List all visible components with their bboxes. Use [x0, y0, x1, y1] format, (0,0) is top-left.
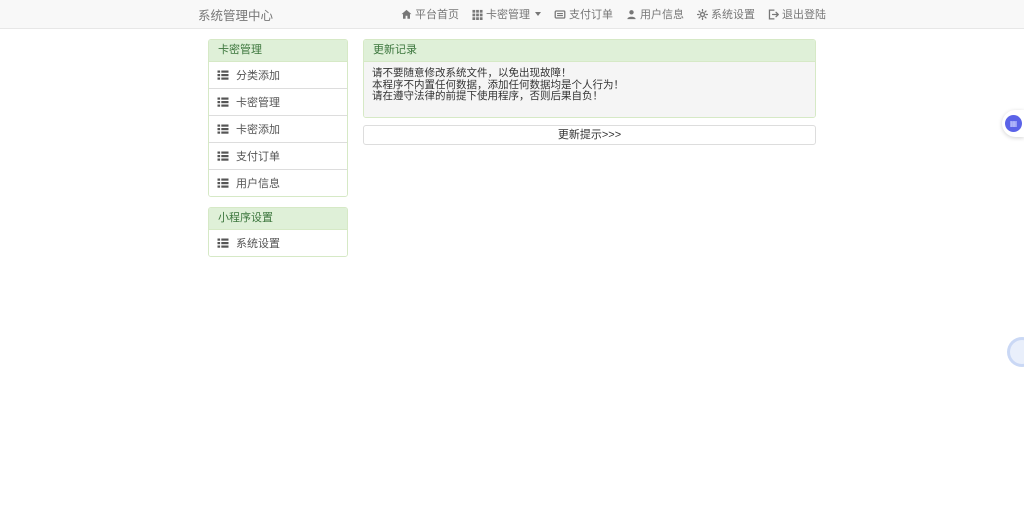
navbar-container: 系统管理中心 平台首页 卡密管理 支付订单 用户信息 系统设置 退出登陆: [198, 0, 826, 28]
update-tips-button[interactable]: 更新提示>>>: [363, 124, 816, 145]
sidebar-item-category-add[interactable]: 分类添加: [209, 62, 347, 88]
sidebar-item-system-settings[interactable]: 系统设置: [209, 230, 347, 256]
nav-item-logout[interactable]: 退出登陆: [768, 6, 826, 22]
nav-links: 平台首页 卡密管理 支付订单 用户信息 系统设置 退出登陆: [401, 6, 826, 22]
notice-line: 请在遵守法律的前提下使用程序，否则后果自负！: [372, 90, 603, 102]
notice-text-block: 请不要随意修改系统文件，以免出现故障！ 本程序不内置任何数据，添加任何数据均是个…: [364, 62, 815, 117]
th-list-icon: [217, 177, 229, 189]
list-alt-icon: [554, 9, 566, 20]
top-navbar: 系统管理中心 平台首页 卡密管理 支付订单 用户信息 系统设置 退出登陆: [0, 0, 1024, 29]
chevron-down-icon: [535, 12, 541, 16]
page-container: 卡密管理 分类添加 卡密管理 卡密添加 支付订单 用户信息 小程序设置 系统设置…: [208, 39, 816, 267]
sidebar-panel-miniprogram: 小程序设置 系统设置: [208, 207, 348, 257]
nav-item-label: 退出登陆: [782, 9, 826, 21]
nav-item-label: 平台首页: [415, 9, 459, 21]
translate-widget-icon: ▦: [1005, 115, 1022, 132]
th-list-icon: [217, 237, 229, 249]
sidebar-item-user-info[interactable]: 用户信息: [209, 169, 347, 196]
sign-out-icon: [768, 8, 779, 20]
nav-item-system-settings[interactable]: 系统设置: [697, 6, 755, 22]
main-content: 更新记录 请不要随意修改系统文件，以免出现故障！ 本程序不内置任何数据，添加任何…: [363, 39, 816, 145]
nav-item-label: 支付订单: [569, 9, 613, 21]
th-list-icon: [217, 69, 229, 81]
sidebar-item-label: 卡密添加: [236, 124, 280, 136]
th-list-icon: [217, 96, 229, 108]
sidebar-item-pay-orders[interactable]: 支付订单: [209, 142, 347, 169]
floating-assist-ball[interactable]: [1007, 337, 1024, 367]
sidebar-item-label: 用户信息: [236, 178, 280, 190]
sidebar-item-card-manage[interactable]: 卡密管理: [209, 88, 347, 115]
brand-title[interactable]: 系统管理中心: [198, 5, 273, 24]
home-icon: [401, 9, 412, 20]
update-log-panel: 更新记录 请不要随意修改系统文件，以免出现故障！ 本程序不内置任何数据，添加任何…: [363, 39, 816, 118]
nav-item-label: 系统设置: [711, 9, 755, 21]
sidebar-item-label: 系统设置: [236, 238, 280, 250]
update-log-title: 更新记录: [364, 40, 815, 62]
sidebar-item-label: 卡密管理: [236, 97, 280, 109]
nav-item-label: 用户信息: [640, 9, 684, 21]
sidebar: 卡密管理 分类添加 卡密管理 卡密添加 支付订单 用户信息 小程序设置 系统设置: [208, 39, 348, 267]
sidebar-panel-card-manage: 卡密管理 分类添加 卡密管理 卡密添加 支付订单 用户信息: [208, 39, 348, 197]
sidebar-item-label: 支付订单: [236, 151, 280, 163]
translate-widget-pill[interactable]: ▦: [1002, 110, 1024, 137]
sidebar-item-label: 分类添加: [236, 70, 280, 82]
notice-line: 请不要随意修改系统文件，以免出现故障！: [372, 67, 572, 79]
th-grid-icon: [472, 9, 483, 20]
sidebar-panel-title: 小程序设置: [209, 208, 347, 230]
gear-icon: [697, 8, 708, 20]
nav-item-platform-home[interactable]: 平台首页: [401, 6, 459, 22]
th-list-icon: [217, 150, 229, 162]
user-icon: [626, 9, 637, 20]
sidebar-item-card-add[interactable]: 卡密添加: [209, 115, 347, 142]
nav-item-user-info[interactable]: 用户信息: [626, 6, 684, 22]
nav-item-label: 卡密管理: [486, 9, 530, 21]
nav-item-card-manage[interactable]: 卡密管理: [472, 6, 541, 22]
sidebar-panel-title: 卡密管理: [209, 40, 347, 62]
th-list-icon: [217, 123, 229, 135]
nav-item-pay-orders[interactable]: 支付订单: [554, 6, 613, 22]
